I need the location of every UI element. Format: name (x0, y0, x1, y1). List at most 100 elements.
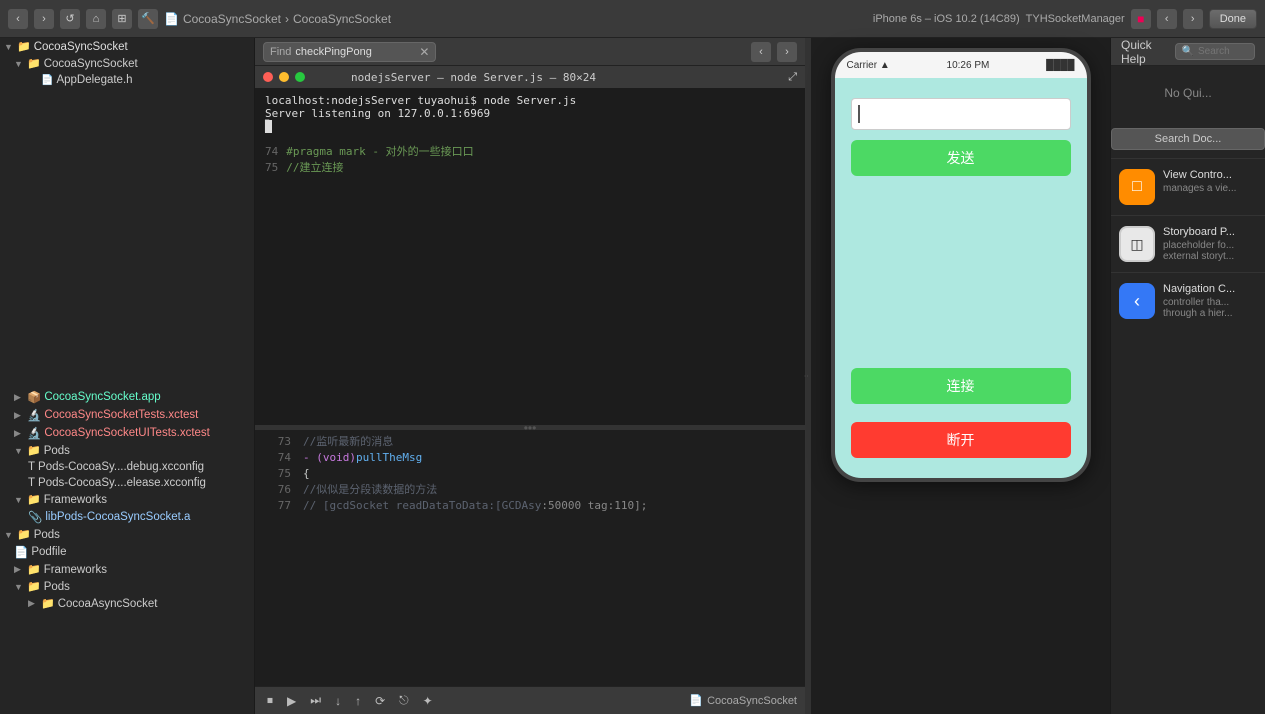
nav-item-pods2[interactable]: ▼ 📁 Pods (0, 578, 254, 595)
nav-item-frameworks2[interactable]: ▶ 📁 Frameworks (0, 561, 254, 578)
nav-label: Pods (44, 581, 70, 593)
code-line: 75 { (255, 466, 805, 482)
quick-help-header: Quick Help 🔍 (1111, 38, 1265, 66)
scheme-menu[interactable]: 🔨 (138, 9, 158, 29)
nav-item-pods-debug[interactable]: T Pods-CocoaSy....debug.xcconfig (0, 459, 254, 475)
manager-name: TYHSocketManager (1026, 13, 1125, 25)
terminal-minimize-dot[interactable] (279, 72, 289, 82)
done-button[interactable]: Done (1209, 9, 1257, 29)
find-input[interactable]: checkPingPong (295, 46, 415, 58)
clear-find-icon[interactable]: ✕ (419, 45, 429, 59)
text-cursor (858, 105, 860, 123)
quick-help-panel: Quick Help 🔍 No Qui... Search Doc... □ V… (1110, 38, 1265, 714)
grid-button[interactable]: ⊞ (112, 9, 132, 29)
no-quick-help-text: No Qui... (1111, 66, 1265, 120)
arrow-icon: ▶ (14, 564, 24, 575)
find-label: Find (270, 46, 291, 58)
battery-icon: ████ (1046, 60, 1074, 71)
help-item-vc[interactable]: □ View Contro... manages a vie... (1111, 158, 1265, 215)
back-button[interactable]: ‹ (8, 9, 28, 29)
nav-label: CocoaSyncSocket (34, 41, 128, 53)
nav-item-root[interactable]: ▼ 📁 CocoaSyncSocket (0, 38, 254, 55)
nav-item-pods-root[interactable]: ▼ 📁 Pods (0, 526, 254, 543)
arrow-icon: ▼ (4, 42, 14, 52)
nav-item-pods-folder[interactable]: ▼ 📁 Pods (0, 442, 254, 459)
find-prev-button[interactable]: ‹ (751, 42, 771, 62)
code-line-comment: 75//建立连接 (265, 159, 795, 175)
reload-button[interactable]: ↺ (60, 9, 80, 29)
terminal-output: Server listening on 127.0.0.1:6969 (265, 107, 795, 120)
help-desc: controller tha... through a hier... (1163, 297, 1257, 319)
arrow-icon: ▼ (14, 495, 24, 505)
top-bar: ‹ › ↺ ⌂ ⊞ 🔨 📄 CocoaSyncSocket › CocoaSyn… (0, 0, 1265, 38)
stop-button[interactable]: ■ (1131, 9, 1151, 29)
nav-item-tests[interactable]: ▶ 🔬 CocoaSyncSocketTests.xctest (0, 406, 254, 424)
prev-issue-button[interactable]: ‹ (1157, 9, 1177, 29)
debug-play-btn[interactable]: ▶ (283, 694, 300, 708)
debug-step-over-btn[interactable]: ⏭ (306, 693, 325, 708)
code-text: { (303, 466, 797, 482)
nav-item-frameworks[interactable]: ▼ 📁 Frameworks (0, 491, 254, 508)
nav-label: CocoaSyncSocket (44, 58, 138, 70)
main-layout: ▼ 📁 CocoaSyncSocket ▼ 📁 CocoaSyncSocket … (0, 38, 1265, 714)
debug-continue-btn[interactable]: ⟳ (371, 694, 389, 708)
terminal-resize-icon[interactable]: ⤢ (788, 70, 797, 84)
find-next-button[interactable]: › (777, 42, 797, 62)
nav-item-pods-release[interactable]: T Pods-CocoaSy....elease.xcconfig (0, 475, 254, 491)
code-line: 76 //似似是分段读数据的方法 (255, 482, 805, 498)
terminal-close-dot[interactable] (263, 72, 273, 82)
debug-step-out-btn[interactable]: ↑ (351, 694, 365, 708)
debug-btn-7[interactable]: ✦ (419, 694, 437, 708)
arrow-icon: ▶ (14, 428, 24, 439)
code-line: 74 - (void)pullTheMsg (255, 450, 805, 466)
phone-text-input[interactable] (851, 98, 1071, 130)
breadcrumb-icon: 📄 (164, 12, 179, 26)
phone-disconnect-button[interactable]: 断开 (851, 422, 1071, 458)
nav-label: CocoaSyncSocket.app (44, 391, 160, 403)
nav-item-cocoaasync[interactable]: ▶ 📁 CocoaAsyncSocket (0, 595, 254, 612)
terminal-titlebar: nodejsServer — node Server.js — 80×24 ⤢ (255, 66, 805, 88)
folder-icon: 📁 (27, 563, 41, 576)
phone-send-button[interactable]: 发送 (851, 140, 1071, 176)
nav-icon: ‹ (1119, 283, 1155, 319)
terminal-panel: nodejsServer — node Server.js — 80×24 ⤢ … (255, 66, 805, 426)
folder-icon: 📁 (27, 580, 41, 593)
debug-btn-6[interactable]: ⎋ (395, 693, 413, 708)
folder-icon: 📁 (41, 597, 55, 610)
nav-item-cocoasyncsocket[interactable]: ▼ 📁 CocoaSyncSocket (0, 55, 254, 72)
device-name: iPhone 6s – iOS 10.2 (14C89) (873, 13, 1020, 25)
search-input[interactable] (1198, 46, 1248, 57)
help-title: Navigation C... (1163, 283, 1257, 295)
arrow-icon: ▼ (14, 59, 24, 69)
phone-screen: 发送 连接 断开 (835, 78, 1087, 478)
nav-label: libPods-CocoaSyncSocket.a (45, 511, 190, 523)
nav-item-libpods[interactable]: 📎 libPods-CocoaSyncSocket.a (0, 508, 254, 526)
forward-button[interactable]: › (34, 9, 54, 29)
code-text: // [gcdSocket readDataToData:[GCDAsy:500… (303, 498, 647, 514)
help-item-sb[interactable]: ◫ Storyboard P... placeholder fo... exte… (1111, 215, 1265, 272)
debug-step-in-btn[interactable]: ↓ (331, 694, 345, 708)
help-item-text: Storyboard P... placeholder fo... extern… (1163, 226, 1257, 262)
help-title: Storyboard P... (1163, 226, 1257, 238)
search-docs-button[interactable]: Search Doc... (1111, 128, 1265, 150)
nav-label: AppDelegate.h (56, 74, 132, 86)
debug-stop-btn[interactable]: ⏹ (263, 693, 277, 708)
carrier-label: Carrier ▲ (847, 60, 890, 71)
nav-item-ui-tests[interactable]: ▶ 🔬 CocoaSyncSocketUITests.xctest (0, 424, 254, 442)
search-icon: 🔍 (1182, 46, 1194, 57)
code-and-terminal: nodejsServer — node Server.js — 80×24 ⤢ … (255, 66, 805, 686)
terminal-maximize-dot[interactable] (295, 72, 305, 82)
terminal-cursor: ▋ (265, 120, 272, 133)
terminal-title: nodejsServer — node Server.js — 80×24 (351, 71, 596, 84)
nav-item-appdelegate[interactable]: ▶ 📄 AppDelegate.h (0, 72, 254, 88)
code-text: //似似是分段读数据的方法 (303, 482, 437, 498)
help-item-nav[interactable]: ‹ Navigation C... controller tha... thro… (1111, 272, 1265, 329)
nav-item-podfile[interactable]: 📄 Podfile (0, 543, 254, 561)
next-issue-button[interactable]: › (1183, 9, 1203, 29)
folder-icon: 📁 (17, 528, 31, 541)
phone-connect-button[interactable]: 连接 (851, 368, 1071, 404)
code-line-pragma: 74#pragma mark - 对外的一些接口口 (265, 143, 795, 159)
home-button[interactable]: ⌂ (86, 9, 106, 29)
nav-item-app[interactable]: ▶ 📦 CocoaSyncSocket.app (0, 388, 254, 406)
navigator-panel: ▼ 📁 CocoaSyncSocket ▼ 📁 CocoaSyncSocket … (0, 38, 255, 714)
